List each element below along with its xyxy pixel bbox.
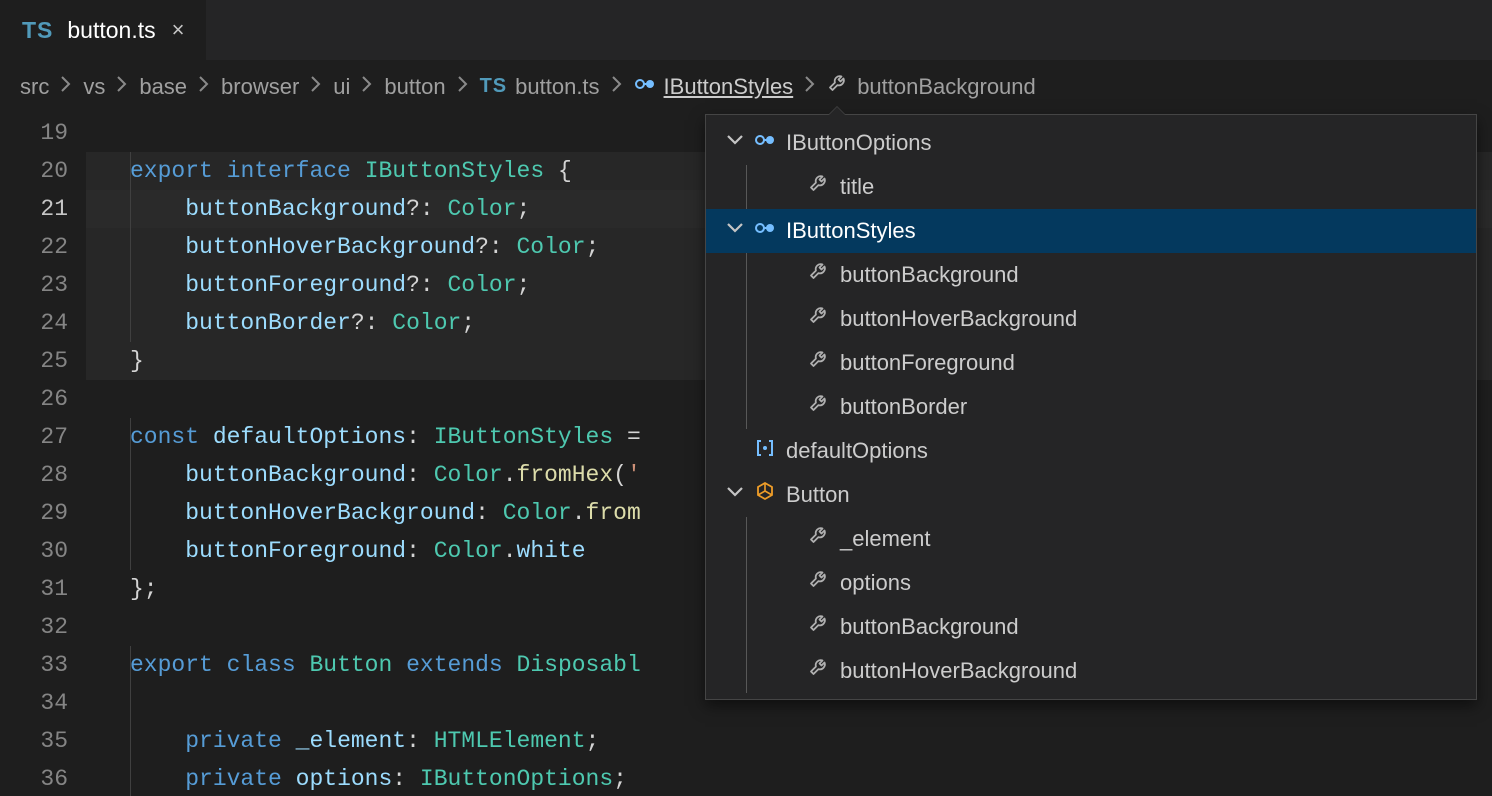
line-number: 32 [0,608,68,646]
line-number: 25 [0,342,68,380]
outline-item[interactable]: buttonBackground [706,605,1476,649]
code-line[interactable]: private _element: HTMLElement; [86,722,1492,760]
outline-item[interactable]: _element [706,517,1476,561]
chevron-right-icon [55,73,77,101]
outline-item-label: Button [786,482,850,508]
outline-item-label: defaultOptions [786,438,928,464]
line-number: 26 [0,380,68,418]
outline-item[interactable]: Button [706,473,1476,517]
property-icon [827,73,849,101]
outline-item-label: options [840,570,911,596]
outline-item[interactable]: buttonHoverBackground [706,649,1476,693]
chevron-right-icon [356,73,378,101]
chevron-right-icon [305,73,327,101]
chevron-right-icon [193,73,215,101]
property-icon [808,613,830,641]
line-number-gutter: 192021222324252627282930313233343536 [0,114,86,796]
breadcrumb-folder[interactable]: button [384,74,445,100]
editor-tab[interactable]: TS button.ts × [0,0,207,60]
property-icon [808,657,830,685]
line-number: 24 [0,304,68,342]
line-number: 22 [0,228,68,266]
line-number: 19 [0,114,68,152]
breadcrumb-folder[interactable]: base [139,74,187,100]
breadcrumb: src vs base browser ui button TS button.ts IB… [0,60,1492,114]
close-icon[interactable]: × [170,17,187,43]
line-number: 29 [0,494,68,532]
property-icon [808,173,830,201]
breadcrumb-folder[interactable]: src [20,74,49,100]
property-icon [808,261,830,289]
breadcrumb-folder[interactable]: browser [221,74,299,100]
outline-item-label: buttonForeground [840,350,1015,376]
chevron-down-icon[interactable] [724,129,744,157]
outline-item-label: buttonHoverBackground [840,306,1077,332]
outline-item[interactable]: buttonBorder [706,385,1476,429]
outline-item[interactable]: buttonBackground [706,253,1476,297]
constant-icon [754,437,776,465]
line-number: 35 [0,722,68,760]
tab-bar: TS button.ts × [0,0,1492,60]
line-number: 36 [0,760,68,796]
breadcrumb-outline-dropdown[interactable]: IButtonOptions title IButtonStyles [705,114,1477,700]
breadcrumb-file[interactable]: TS button.ts [480,74,600,100]
chevron-right-icon [606,73,628,101]
line-number: 28 [0,456,68,494]
outline-item[interactable]: buttonForeground [706,341,1476,385]
outline-item[interactable]: title [706,165,1476,209]
breadcrumb-symbol[interactable]: IButtonStyles [634,73,794,101]
property-icon [808,525,830,553]
property-icon [808,305,830,333]
outline-item-label: buttonBackground [840,614,1019,640]
outline-item[interactable]: options [706,561,1476,605]
tab-filename: button.ts [67,17,155,44]
line-number: 33 [0,646,68,684]
outline-item[interactable]: defaultOptions [706,429,1476,473]
breadcrumb-folder[interactable]: ui [333,74,350,100]
breadcrumb-symbol-label: buttonBackground [857,74,1036,100]
breadcrumb-folder[interactable]: vs [83,74,105,100]
property-icon [808,349,830,377]
line-number: 21 [0,190,68,228]
property-icon [808,393,830,421]
breadcrumb-symbol[interactable]: buttonBackground [827,73,1036,101]
outline-item-label: IButtonStyles [786,218,916,244]
outline-item[interactable]: buttonHoverBackground [706,297,1476,341]
line-number: 34 [0,684,68,722]
outline-item[interactable]: IButtonOptions [706,121,1476,165]
code-line[interactable]: private options: IButtonOptions; [86,760,1492,796]
line-number: 20 [0,152,68,190]
property-icon [808,569,830,597]
chevron-right-icon [799,73,821,101]
chevron-right-icon [452,73,474,101]
outline-item-label: buttonBorder [840,394,967,420]
outline-item-label: _element [840,526,931,552]
outline-item-label: IButtonOptions [786,130,932,156]
breadcrumb-symbol-label: IButtonStyles [664,74,794,100]
typescript-icon: TS [22,17,53,44]
line-number: 30 [0,532,68,570]
outline-item-label: buttonBackground [840,262,1019,288]
outline-item[interactable]: IButtonStyles [706,209,1476,253]
outline-item-label: buttonHoverBackground [840,658,1077,684]
line-number: 31 [0,570,68,608]
interface-icon [754,217,776,245]
line-number: 23 [0,266,68,304]
chevron-right-icon [111,73,133,101]
chevron-down-icon[interactable] [724,481,744,509]
typescript-icon: TS [480,75,508,98]
class-icon [754,481,776,509]
outline-item-label: title [840,174,874,200]
interface-icon [634,73,656,101]
chevron-down-icon[interactable] [724,217,744,245]
interface-icon [754,129,776,157]
line-number: 27 [0,418,68,456]
breadcrumb-file-label: button.ts [515,74,599,100]
